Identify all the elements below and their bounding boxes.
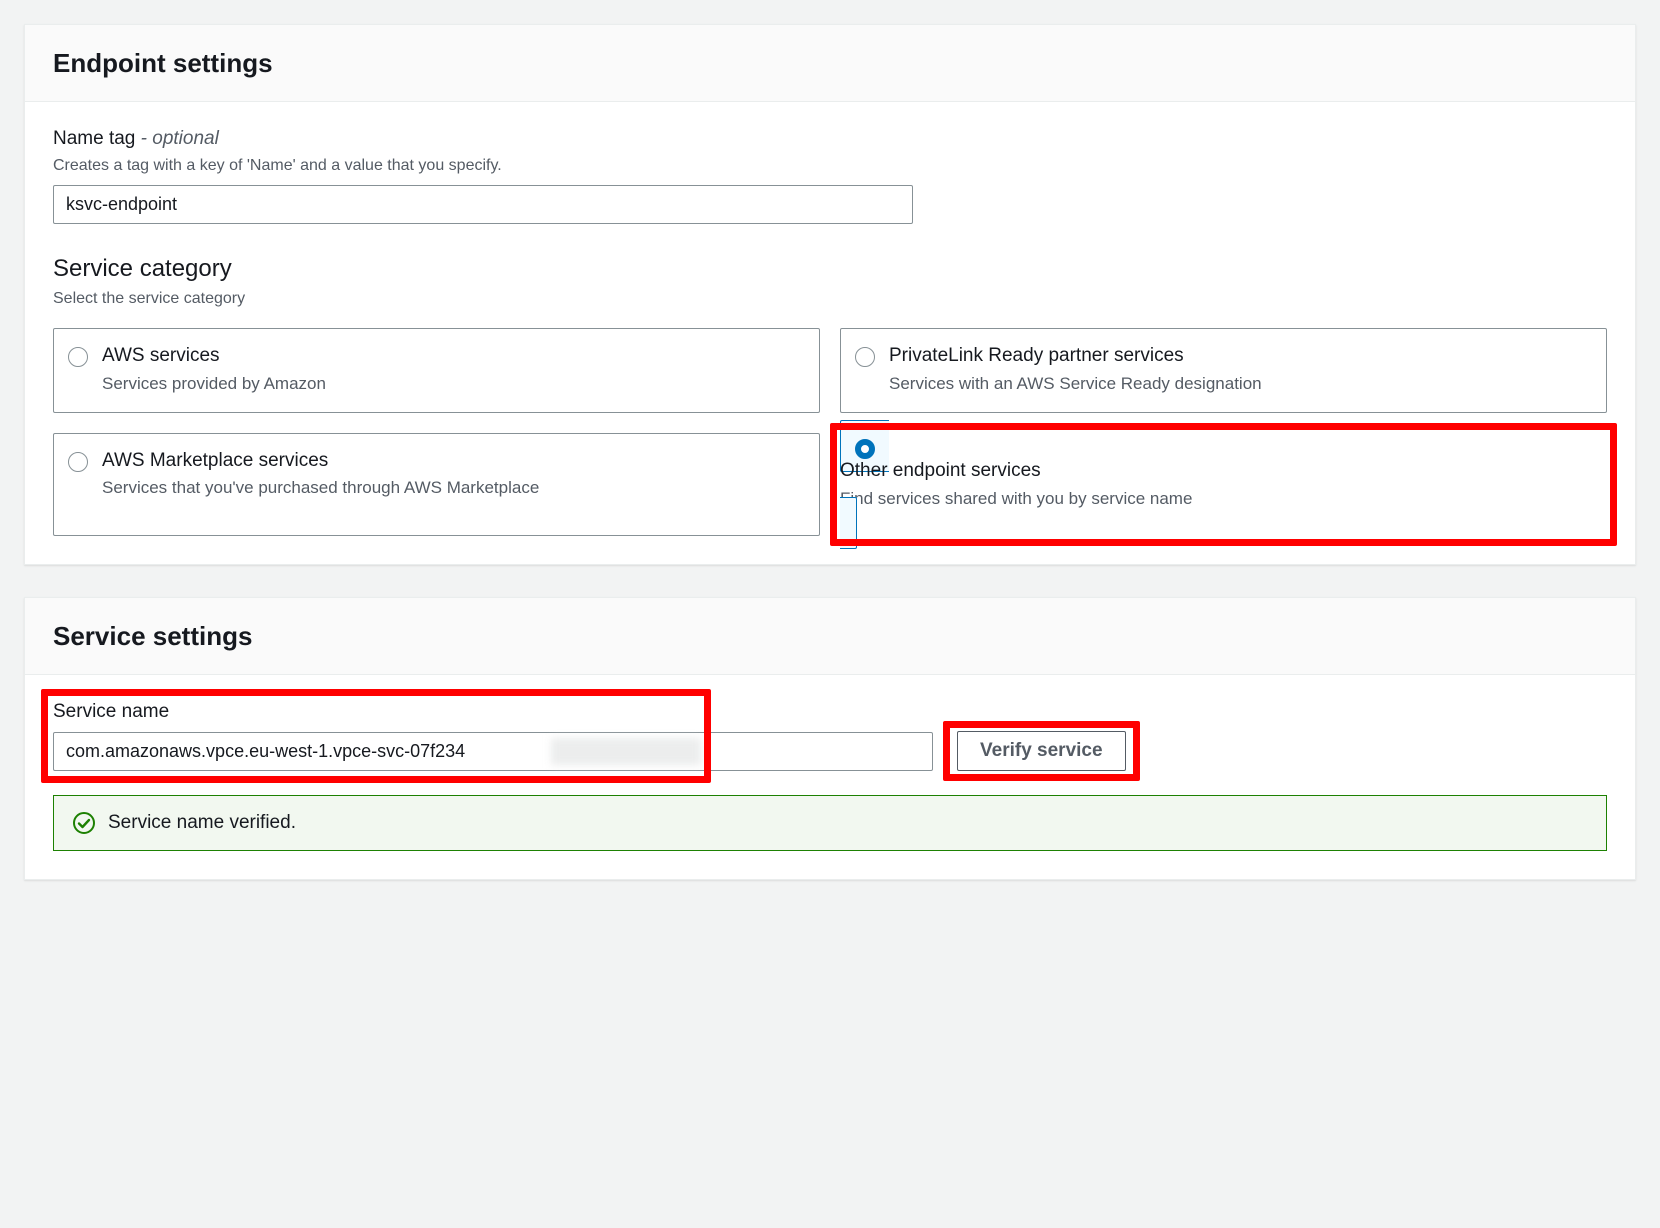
service-category-help: Select the service category: [53, 288, 1607, 310]
name-tag-help: Creates a tag with a key of 'Name' and a…: [53, 155, 1607, 177]
endpoint-settings-panel: Endpoint settings Name tag - optional Cr…: [24, 24, 1636, 565]
service-settings-title: Service settings: [53, 618, 1607, 654]
service-settings-body: Service name Verify service Service name…: [25, 675, 1635, 879]
verified-message: Service name verified.: [108, 810, 296, 837]
service-category-title: Service category: [53, 252, 1607, 286]
check-circle-icon: [72, 811, 96, 835]
service-category-options: AWS services Services provided by Amazon…: [53, 328, 1607, 535]
endpoint-settings-header: Endpoint settings: [25, 25, 1635, 102]
name-tag-input[interactable]: [53, 185, 913, 224]
radio-icon: [855, 347, 875, 367]
radio-icon: [855, 439, 875, 459]
radio-icon: [68, 347, 88, 367]
radio-marketplace[interactable]: AWS Marketplace services Services that y…: [53, 433, 820, 536]
name-tag-field: Name tag - optional Creates a tag with a…: [53, 126, 1607, 224]
service-name-row: Service name Verify service: [53, 699, 1607, 771]
service-name-input[interactable]: [53, 732, 933, 771]
verify-service-button[interactable]: Verify service: [957, 731, 1126, 771]
verified-alert: Service name verified.: [53, 795, 1607, 852]
service-name-field: Service name: [53, 699, 933, 771]
endpoint-settings-body: Name tag - optional Creates a tag with a…: [25, 102, 1635, 563]
service-settings-header: Service settings: [25, 598, 1635, 675]
radio-privatelink-ready[interactable]: PrivateLink Ready partner services Servi…: [840, 328, 1607, 412]
radio-aws-services[interactable]: AWS services Services provided by Amazon: [53, 328, 820, 412]
radio-icon: [68, 452, 88, 472]
optional-suffix: - optional: [141, 128, 219, 149]
name-tag-label: Name tag - optional: [53, 126, 1607, 153]
service-name-label: Service name: [53, 699, 933, 726]
radio-other-endpoint-services[interactable]: Other endpoint services Find services sh…: [840, 420, 1607, 550]
endpoint-settings-title: Endpoint settings: [53, 45, 1607, 81]
service-settings-panel: Service settings Service name Verify ser…: [24, 597, 1636, 881]
